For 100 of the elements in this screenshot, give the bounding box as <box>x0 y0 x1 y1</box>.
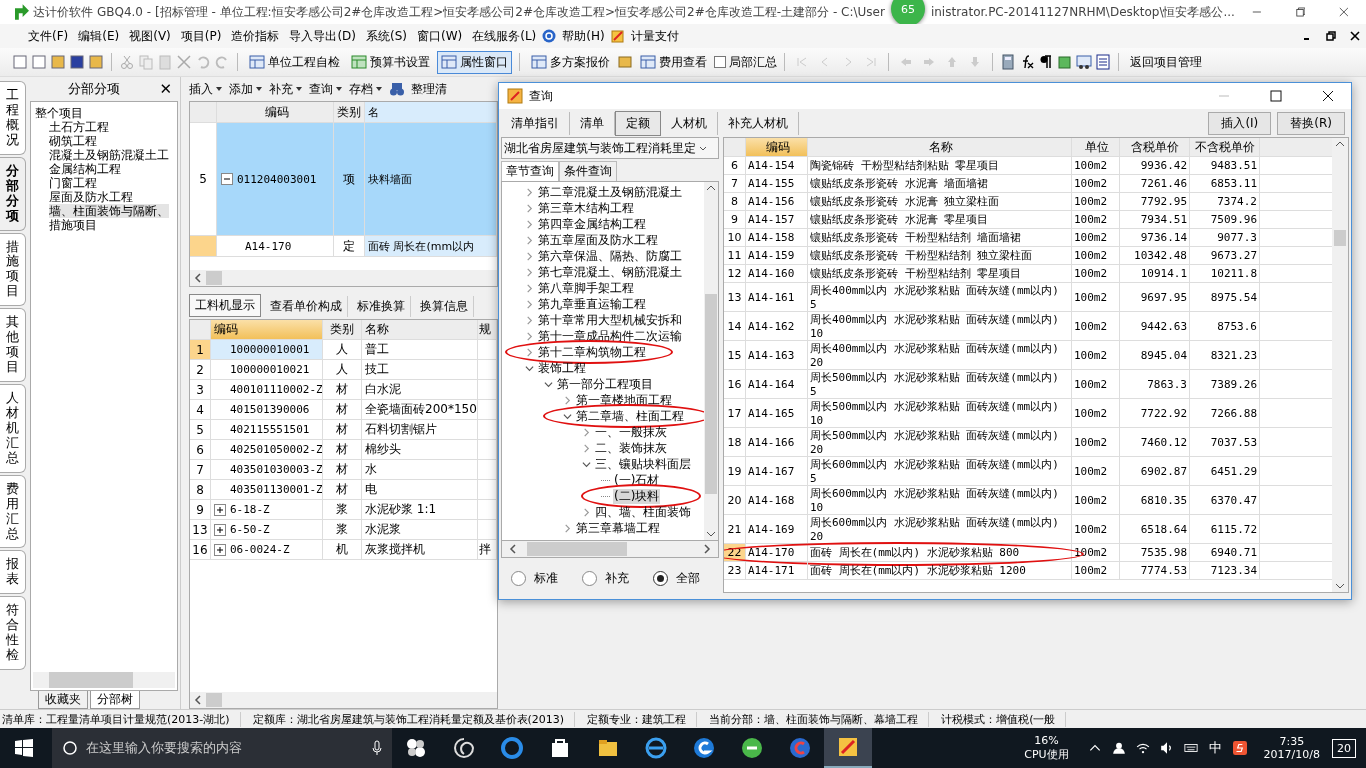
side-tab[interactable]: 费用汇总 <box>0 474 26 549</box>
library-dropdown[interactable]: 湖北省房屋建筑与装饰工程消耗里定 <box>501 137 719 159</box>
tree-item[interactable]: 第十二章构筑物工程 <box>537 344 647 360</box>
side-tab[interactable]: 其他项目 <box>0 308 26 382</box>
menu-item[interactable]: 文件(F) <box>24 27 73 45</box>
spiral-icon[interactable] <box>452 736 476 760</box>
radio-button[interactable] <box>653 571 668 586</box>
tree-item[interactable]: 整个项目 <box>35 106 83 120</box>
column-header[interactable]: 名称 <box>808 138 1072 156</box>
close-icon[interactable] <box>1322 90 1334 102</box>
dialog-button[interactable]: 替换(R) <box>1277 111 1345 135</box>
input-method[interactable]: 中 <box>1208 739 1222 757</box>
toolbar-button[interactable]: 存档 <box>349 80 383 98</box>
column-header[interactable]: 名称 <box>362 320 478 339</box>
tree-item[interactable]: 一、一般抹灰 <box>594 424 668 440</box>
radio-label[interactable]: 全部 <box>676 570 700 587</box>
restore-icon[interactable] <box>1326 31 1336 41</box>
scroll-thumb[interactable] <box>206 693 222 707</box>
tab[interactable]: 补充人材机 <box>718 111 799 135</box>
tree-item[interactable]: 第二章混凝土及钢筋混凝土 <box>537 184 683 200</box>
menu-item[interactable]: 帮助(H) <box>558 27 609 45</box>
tree-item[interactable]: 屋面及防水工程 <box>49 190 133 204</box>
scrollbar[interactable] <box>1332 138 1348 592</box>
side-tab[interactable]: 报表 <box>0 550 26 595</box>
tree-item[interactable]: 墙、柱面装饰与隔断、 <box>49 204 169 218</box>
scrollbar[interactable] <box>704 182 718 540</box>
calculator-icon[interactable] <box>1000 54 1016 70</box>
toolbar-button[interactable]: 整理清 <box>411 80 447 98</box>
column-header[interactable]: 规 <box>478 320 497 339</box>
keyboard-icon[interactable] <box>1183 741 1198 755</box>
tab[interactable]: 章节查询 <box>501 161 559 181</box>
column-header[interactable]: 类别 <box>323 320 362 339</box>
column-header[interactable]: 单位 <box>1072 138 1120 156</box>
form-icon[interactable] <box>836 735 860 759</box>
app-icon[interactable] <box>692 736 716 760</box>
side-tab[interactable]: 人材机汇总 <box>0 384 26 473</box>
return-button[interactable]: 返回项目管理 <box>1126 50 1206 74</box>
tree-item[interactable]: 第五章屋面及防水工程 <box>537 232 659 248</box>
collapse-icon[interactable] <box>544 379 553 389</box>
tab[interactable]: 查看单价构成 <box>265 296 348 317</box>
collapse-icon[interactable] <box>563 411 572 421</box>
collapse-icon[interactable] <box>221 173 233 185</box>
save-icon[interactable] <box>69 54 85 70</box>
tree-item[interactable]: 金属结构工程 <box>49 162 121 176</box>
windows-icon[interactable] <box>14 738 34 758</box>
arrow-right-icon[interactable] <box>703 544 711 554</box>
tree-item[interactable]: 第八章脚手架工程 <box>537 280 635 296</box>
menu-item[interactable]: 视图(V) <box>125 27 175 45</box>
tab[interactable]: 清单指引 <box>501 111 570 135</box>
collapse-icon[interactable] <box>582 459 591 469</box>
collapse-icon[interactable] <box>525 363 534 373</box>
expand-icon[interactable] <box>214 523 226 536</box>
scroll-thumb[interactable] <box>1334 230 1346 246</box>
tree-item[interactable]: 土石方工程 <box>49 120 109 134</box>
browser-icon[interactable] <box>644 736 668 760</box>
scrollbar[interactable] <box>33 672 175 688</box>
tree-item[interactable]: 砌筑工程 <box>49 134 97 148</box>
column-header[interactable]: 编码 <box>217 102 334 122</box>
toolbar-button[interactable]: 预算书设置 <box>347 50 434 74</box>
toolbar-button[interactable]: 添加 <box>229 80 263 98</box>
menu-item[interactable]: 窗口(W) <box>413 27 467 45</box>
tree-item[interactable]: 第六章保温、隔热、防腐工 <box>537 248 683 264</box>
scrollbar[interactable] <box>190 270 497 286</box>
scrollbar[interactable] <box>190 692 497 708</box>
notification-button[interactable]: 20 <box>1332 738 1356 758</box>
scroll-thumb[interactable] <box>206 271 222 285</box>
column-header[interactable]: 含税单价 <box>1120 138 1190 156</box>
checkbox[interactable] <box>714 56 726 68</box>
paragraph-icon[interactable] <box>1038 54 1054 70</box>
menu-item[interactable]: 在线服务(L) <box>468 27 541 45</box>
tree-item[interactable]: 第七章混凝土、钢筋混凝土 <box>537 264 683 280</box>
arrow-down-icon[interactable] <box>706 531 716 537</box>
side-tab[interactable]: 分部分项 <box>0 156 26 231</box>
arrow-left-icon[interactable] <box>194 695 202 705</box>
arrow-up-icon[interactable] <box>706 185 716 191</box>
toolbar-button[interactable]: 属性窗口 <box>437 50 512 74</box>
tree-item[interactable]: 门窗工程 <box>49 176 97 190</box>
tab[interactable]: 定额 <box>615 110 661 136</box>
side-tab[interactable]: 工程概况 <box>0 81 26 155</box>
radio-button[interactable] <box>582 571 597 586</box>
delete-icon[interactable] <box>176 54 192 70</box>
window-icon[interactable] <box>1076 54 1092 70</box>
new-file-icon[interactable] <box>12 54 28 70</box>
app-icon[interactable] <box>740 736 764 760</box>
arrow-down-icon[interactable] <box>1335 583 1345 589</box>
column-header[interactable]: 名 <box>365 102 497 122</box>
expand-icon[interactable] <box>214 503 226 516</box>
close-button[interactable]: ✕ <box>159 80 172 98</box>
toolbar-button[interactable]: 补充 <box>269 80 303 98</box>
dialog-button[interactable]: 插入(I) <box>1208 111 1272 135</box>
tree-item[interactable]: 第十章常用大型机械安拆和 <box>537 312 683 328</box>
column-header[interactable]: 不含税单价 <box>1190 138 1260 156</box>
toolbar-button[interactable]: 费用查看 <box>636 50 711 74</box>
column-header[interactable]: 编码 <box>746 138 808 156</box>
arrow-left-icon[interactable] <box>509 544 517 554</box>
tab[interactable]: 人材机 <box>661 111 718 135</box>
tree-item[interactable]: 三、镶贴块料面层 <box>594 456 692 472</box>
binoculars-icon[interactable] <box>389 81 405 97</box>
tab[interactable]: 标准换算 <box>352 296 411 317</box>
tab[interactable]: 换算信息 <box>415 296 474 317</box>
